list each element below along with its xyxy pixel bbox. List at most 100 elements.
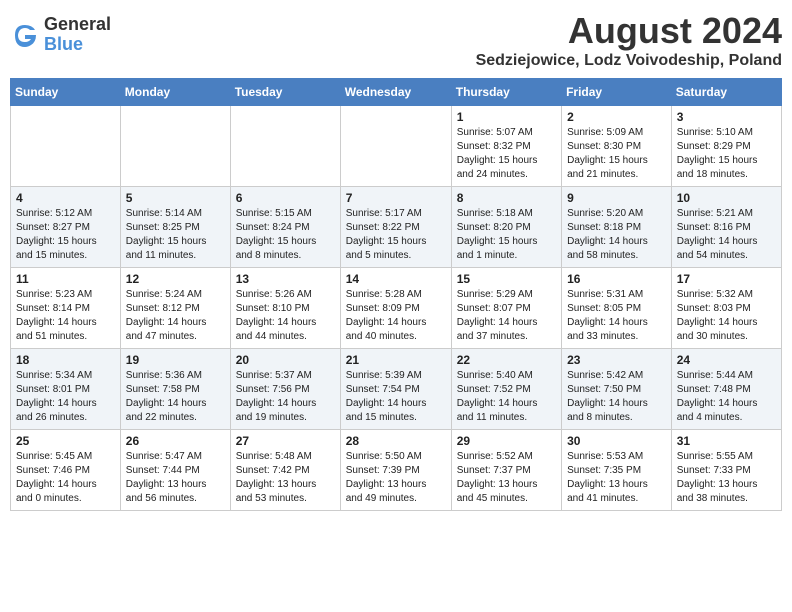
day-number: 31 — [677, 434, 776, 448]
day-number: 11 — [16, 272, 115, 286]
title-block: August 2024 Sedziejowice, Lodz Voivodesh… — [476, 10, 782, 70]
day-info: Sunrise: 5:10 AM Sunset: 8:29 PM Dayligh… — [677, 126, 776, 182]
day-info: Sunrise: 5:48 AM Sunset: 7:42 PM Dayligh… — [236, 450, 335, 506]
day-info: Sunrise: 5:12 AM Sunset: 8:27 PM Dayligh… — [16, 207, 115, 263]
day-info: Sunrise: 5:36 AM Sunset: 7:58 PM Dayligh… — [126, 369, 225, 425]
day-info: Sunrise: 5:15 AM Sunset: 8:24 PM Dayligh… — [236, 207, 335, 263]
logo-text: General Blue — [44, 15, 111, 55]
logo-blue: Blue — [44, 35, 111, 55]
day-info: Sunrise: 5:14 AM Sunset: 8:25 PM Dayligh… — [126, 207, 225, 263]
calendar-header-row: SundayMondayTuesdayWednesdayThursdayFrid… — [11, 79, 782, 106]
day-number: 21 — [346, 353, 446, 367]
calendar-cell: 9Sunrise: 5:20 AM Sunset: 8:18 PM Daylig… — [562, 187, 672, 268]
calendar-cell: 2 Sunrise: 5:09 AM Sunset: 8:30 PM Daylig… — [562, 106, 672, 187]
calendar-cell: 18 Sunrise: 5:34 AM Sunset: 8:01 PM Dayli… — [11, 349, 121, 430]
calendar-cell: 20Sunrise: 5:37 AM Sunset: 7:56 PM Dayli… — [230, 349, 340, 430]
day-info: Sunrise: 5:26 AM Sunset: 8:10 PM Dayligh… — [236, 288, 335, 344]
calendar-cell: 6 Sunrise: 5:15 AM Sunset: 8:24 PM Daylig… — [230, 187, 340, 268]
day-info: Sunrise: 5:45 AM Sunset: 7:46 PM Dayligh… — [16, 450, 115, 506]
calendar-cell: 21 Sunrise: 5:39 AM Sunset: 7:54 PM Dayli… — [340, 349, 451, 430]
day-number: 29 — [457, 434, 556, 448]
weekday-header: Wednesday — [340, 79, 451, 106]
weekday-header: Friday — [562, 79, 672, 106]
day-info: Sunrise: 5:32 AM Sunset: 8:03 PM Dayligh… — [677, 288, 776, 344]
day-number: 12 — [126, 272, 225, 286]
day-info: Sunrise: 5:29 AM Sunset: 8:07 PM Dayligh… — [457, 288, 556, 344]
calendar-cell: 4 Sunrise: 5:12 AM Sunset: 8:27 PM Daylig… — [11, 187, 121, 268]
day-number: 5 — [126, 191, 225, 205]
day-number: 22 — [457, 353, 556, 367]
calendar-cell: 16 Sunrise: 5:31 AM Sunset: 8:05 PM Dayli… — [562, 268, 672, 349]
day-number: 13 — [236, 272, 335, 286]
day-info: Sunrise: 5:09 AM Sunset: 8:30 PM Dayligh… — [567, 126, 666, 182]
calendar-cell: 24 Sunrise: 5:44 AM Sunset: 7:48 PM Dayli… — [671, 349, 781, 430]
day-info: Sunrise: 5:50 AM Sunset: 7:39 PM Dayligh… — [346, 450, 446, 506]
day-info: Sunrise: 5:53 AM Sunset: 7:35 PM Dayligh… — [567, 450, 666, 506]
day-info: Sunrise: 5:23 AM Sunset: 8:14 PM Dayligh… — [16, 288, 115, 344]
day-info: Sunrise: 5:21 AM Sunset: 8:16 PM Dayligh… — [677, 207, 776, 263]
day-number: 24 — [677, 353, 776, 367]
calendar-cell: 13 Sunrise: 5:26 AM Sunset: 8:10 PM Dayli… — [230, 268, 340, 349]
calendar-cell: 28 Sunrise: 5:50 AM Sunset: 7:39 PM Dayli… — [340, 430, 451, 511]
day-number: 18 — [16, 353, 115, 367]
calendar-cell: 26Sunrise: 5:47 AM Sunset: 7:44 PM Dayli… — [120, 430, 230, 511]
page-header: General Blue August 2024 Sedziejowice, L… — [10, 10, 782, 70]
day-number: 6 — [236, 191, 335, 205]
calendar-cell: 31 Sunrise: 5:55 AM Sunset: 7:33 PM Dayli… — [671, 430, 781, 511]
day-number: 9 — [567, 191, 666, 205]
day-number: 2 — [567, 110, 666, 124]
day-info: Sunrise: 5:24 AM Sunset: 8:12 PM Dayligh… — [126, 288, 225, 344]
day-info: Sunrise: 5:40 AM Sunset: 7:52 PM Dayligh… — [457, 369, 556, 425]
day-info: Sunrise: 5:42 AM Sunset: 7:50 PM Dayligh… — [567, 369, 666, 425]
day-number: 15 — [457, 272, 556, 286]
calendar-week-row: 18 Sunrise: 5:34 AM Sunset: 8:01 PM Dayli… — [11, 349, 782, 430]
day-number: 26 — [126, 434, 225, 448]
calendar-cell: 14Sunrise: 5:28 AM Sunset: 8:09 PM Dayli… — [340, 268, 451, 349]
day-number: 28 — [346, 434, 446, 448]
calendar-cell: 3 Sunrise: 5:10 AM Sunset: 8:29 PM Daylig… — [671, 106, 781, 187]
calendar-cell: 15 Sunrise: 5:29 AM Sunset: 8:07 PM Dayli… — [451, 268, 561, 349]
day-info: Sunrise: 5:34 AM Sunset: 8:01 PM Dayligh… — [16, 369, 115, 425]
day-number: 3 — [677, 110, 776, 124]
day-info: Sunrise: 5:55 AM Sunset: 7:33 PM Dayligh… — [677, 450, 776, 506]
day-number: 20 — [236, 353, 335, 367]
calendar-cell: 7 Sunrise: 5:17 AM Sunset: 8:22 PM Daylig… — [340, 187, 451, 268]
logo: General Blue — [10, 15, 111, 55]
day-number: 10 — [677, 191, 776, 205]
day-number: 19 — [126, 353, 225, 367]
calendar-cell: 17Sunrise: 5:32 AM Sunset: 8:03 PM Dayli… — [671, 268, 781, 349]
logo-icon — [10, 20, 40, 50]
day-number: 7 — [346, 191, 446, 205]
calendar-cell: 19 Sunrise: 5:36 AM Sunset: 7:58 PM Dayli… — [120, 349, 230, 430]
day-info: Sunrise: 5:39 AM Sunset: 7:54 PM Dayligh… — [346, 369, 446, 425]
day-number: 16 — [567, 272, 666, 286]
day-number: 23 — [567, 353, 666, 367]
calendar-cell: 27Sunrise: 5:48 AM Sunset: 7:42 PM Dayli… — [230, 430, 340, 511]
day-number: 1 — [457, 110, 556, 124]
calendar-cell: 8 Sunrise: 5:18 AM Sunset: 8:20 PM Daylig… — [451, 187, 561, 268]
day-info: Sunrise: 5:17 AM Sunset: 8:22 PM Dayligh… — [346, 207, 446, 263]
day-info: Sunrise: 5:07 AM Sunset: 8:32 PM Dayligh… — [457, 126, 556, 182]
calendar-table: SundayMondayTuesdayWednesdayThursdayFrid… — [10, 78, 782, 511]
weekday-header: Sunday — [11, 79, 121, 106]
calendar-cell: 11 Sunrise: 5:23 AM Sunset: 8:14 PM Dayli… — [11, 268, 121, 349]
calendar-week-row: 1 Sunrise: 5:07 AM Sunset: 8:32 PM Daylig… — [11, 106, 782, 187]
weekday-header: Monday — [120, 79, 230, 106]
month-year-title: August 2024 — [476, 10, 782, 52]
day-info: Sunrise: 5:31 AM Sunset: 8:05 PM Dayligh… — [567, 288, 666, 344]
calendar-cell: 30Sunrise: 5:53 AM Sunset: 7:35 PM Dayli… — [562, 430, 672, 511]
calendar-cell — [230, 106, 340, 187]
calendar-week-row: 4 Sunrise: 5:12 AM Sunset: 8:27 PM Daylig… — [11, 187, 782, 268]
day-info: Sunrise: 5:18 AM Sunset: 8:20 PM Dayligh… — [457, 207, 556, 263]
logo-general: General — [44, 15, 111, 35]
calendar-cell — [11, 106, 121, 187]
calendar-cell — [120, 106, 230, 187]
day-info: Sunrise: 5:44 AM Sunset: 7:48 PM Dayligh… — [677, 369, 776, 425]
day-number: 4 — [16, 191, 115, 205]
calendar-week-row: 25Sunrise: 5:45 AM Sunset: 7:46 PM Dayli… — [11, 430, 782, 511]
calendar-cell: 23 Sunrise: 5:42 AM Sunset: 7:50 PM Dayli… — [562, 349, 672, 430]
day-number: 8 — [457, 191, 556, 205]
weekday-header: Tuesday — [230, 79, 340, 106]
day-info: Sunrise: 5:52 AM Sunset: 7:37 PM Dayligh… — [457, 450, 556, 506]
calendar-cell: 12 Sunrise: 5:24 AM Sunset: 8:12 PM Dayli… — [120, 268, 230, 349]
